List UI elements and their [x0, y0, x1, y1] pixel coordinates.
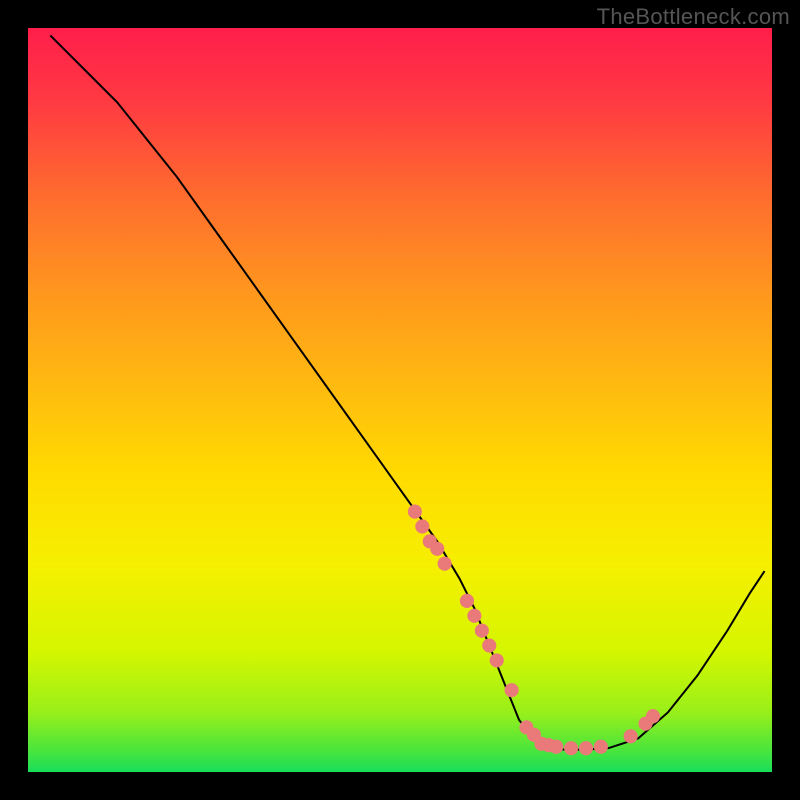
plot-area: [28, 28, 772, 772]
chart-frame: TheBottleneck.com: [0, 0, 800, 800]
watermark-text: TheBottleneck.com: [597, 4, 790, 30]
gradient-rect: [28, 28, 772, 772]
plot-background: [28, 28, 772, 772]
